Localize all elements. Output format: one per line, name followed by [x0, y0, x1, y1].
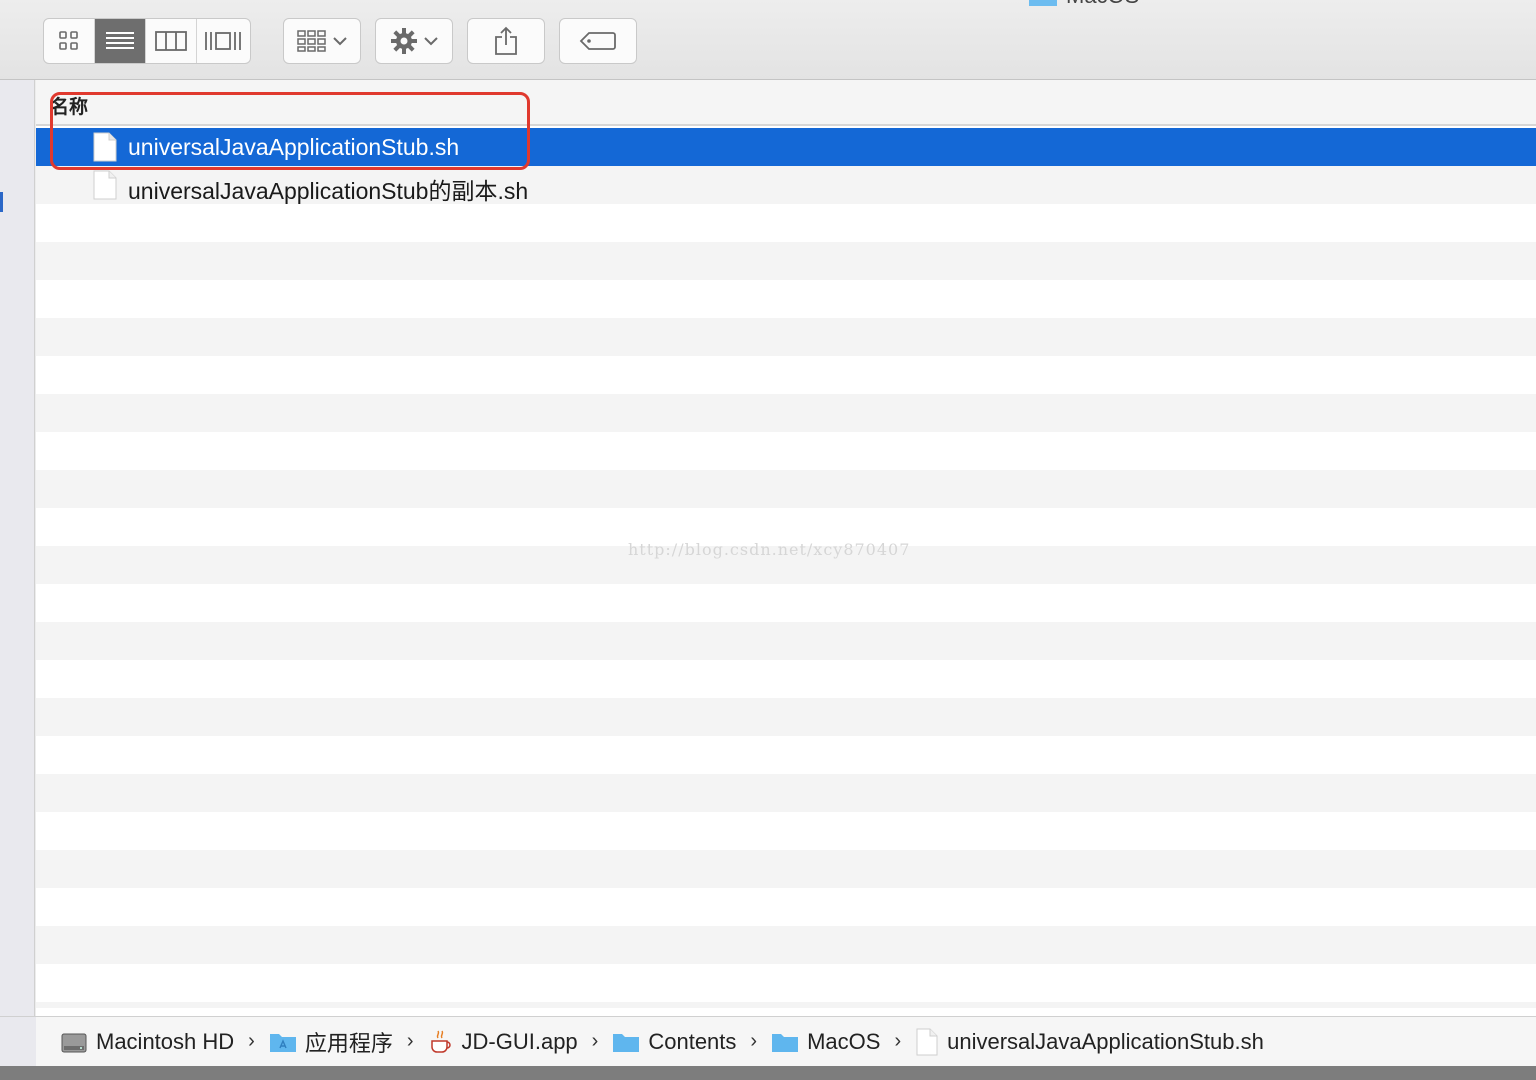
document-icon	[93, 170, 117, 200]
hard-drive-icon	[61, 1033, 87, 1052]
sidebar-bottom	[0, 1016, 36, 1066]
path-item-macintosh-hd[interactable]: Macintosh HD	[60, 1028, 234, 1056]
path-separator-icon: ›	[750, 1030, 758, 1052]
chevron-down-icon	[424, 37, 438, 46]
folder-icon	[1029, 0, 1057, 6]
document-icon	[916, 1028, 938, 1055]
sidebar	[0, 80, 35, 1016]
path-item-label: Macintosh HD	[96, 1028, 235, 1054]
annotation-highlight-box	[50, 92, 530, 170]
path-item-contents[interactable]: Contents	[612, 1029, 736, 1055]
window-bottom-edge	[0, 1066, 1536, 1080]
path-item-macos[interactable]: MacOS	[771, 1029, 880, 1055]
folder-icon	[772, 1033, 799, 1052]
path-item-label: MacOS	[807, 1028, 881, 1054]
cover-flow-icon	[204, 32, 241, 50]
icon-view-button[interactable]	[44, 19, 95, 63]
chevron-down-icon	[333, 37, 347, 46]
tag-icon	[579, 32, 616, 50]
arrange-menu-button[interactable]	[283, 18, 361, 64]
icon-view-icon	[59, 31, 78, 50]
window-title: MacOS	[1028, 0, 1139, 9]
column-view-button[interactable]	[146, 19, 197, 63]
path-item-label: Contents	[648, 1028, 737, 1054]
gear-icon	[391, 28, 417, 54]
cover-flow-view-button[interactable]	[197, 19, 248, 63]
column-view-icon	[155, 31, 187, 51]
path-item-label: universalJavaApplicationStub.sh	[947, 1028, 1264, 1054]
path-separator-icon: ›	[406, 1030, 414, 1052]
sidebar-selection-marker	[0, 192, 3, 212]
path-separator-icon: ›	[248, 1030, 255, 1052]
list-view-button[interactable]	[95, 19, 146, 63]
path-separator-icon: ›	[591, 1030, 599, 1052]
window-title-text: MacOS	[1066, 0, 1139, 9]
path-item-jd-gui-app[interactable]: JD-GUI.app	[428, 1029, 578, 1055]
arrange-icon	[297, 30, 326, 52]
file-row[interactable]: universalJavaApplicationStub的副本.sh	[36, 166, 1536, 204]
list-stripes	[36, 128, 1536, 1008]
list-view-icon	[106, 32, 134, 49]
file-name: universalJavaApplicationStub的副本.sh	[128, 178, 529, 204]
watermark: http://blog.csdn.net/xcy870407	[628, 540, 911, 559]
applications-folder-icon	[269, 1033, 296, 1052]
path-item-applications[interactable]: 应用程序	[269, 1026, 393, 1058]
file-list: 名称 universalJavaApplicationStub.sh unive…	[36, 80, 1536, 1016]
tags-button[interactable]	[559, 18, 637, 64]
path-separator-icon: ›	[894, 1030, 902, 1052]
path-item-file[interactable]: universalJavaApplicationStub.sh	[915, 1028, 1264, 1056]
java-app-icon	[430, 1030, 451, 1053]
folder-icon	[613, 1033, 640, 1052]
path-item-label: JD-GUI.app	[461, 1028, 578, 1054]
view-mode-segment	[43, 18, 251, 64]
path-bar: Macintosh HD › 应用程序 › JD-GUI.app › Conte…	[36, 1016, 1536, 1066]
share-button[interactable]	[467, 18, 545, 64]
path-item-label: 应用程序	[304, 1030, 393, 1056]
share-icon	[495, 26, 517, 55]
action-menu-button[interactable]	[375, 18, 453, 64]
toolbar: MacOS	[0, 0, 1536, 80]
